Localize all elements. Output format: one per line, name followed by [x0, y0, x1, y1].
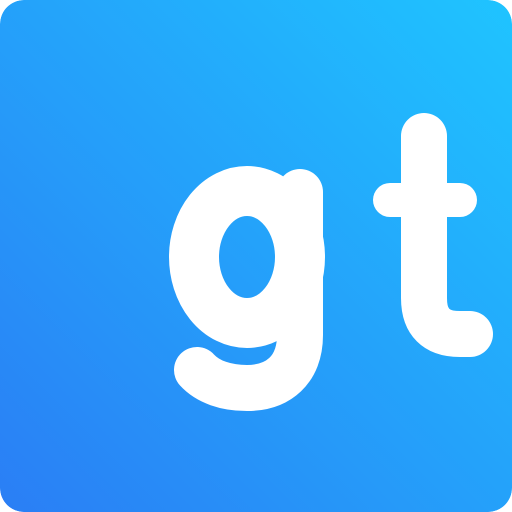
gt-logo-icon [0, 0, 512, 512]
gt-app-icon [0, 0, 512, 512]
